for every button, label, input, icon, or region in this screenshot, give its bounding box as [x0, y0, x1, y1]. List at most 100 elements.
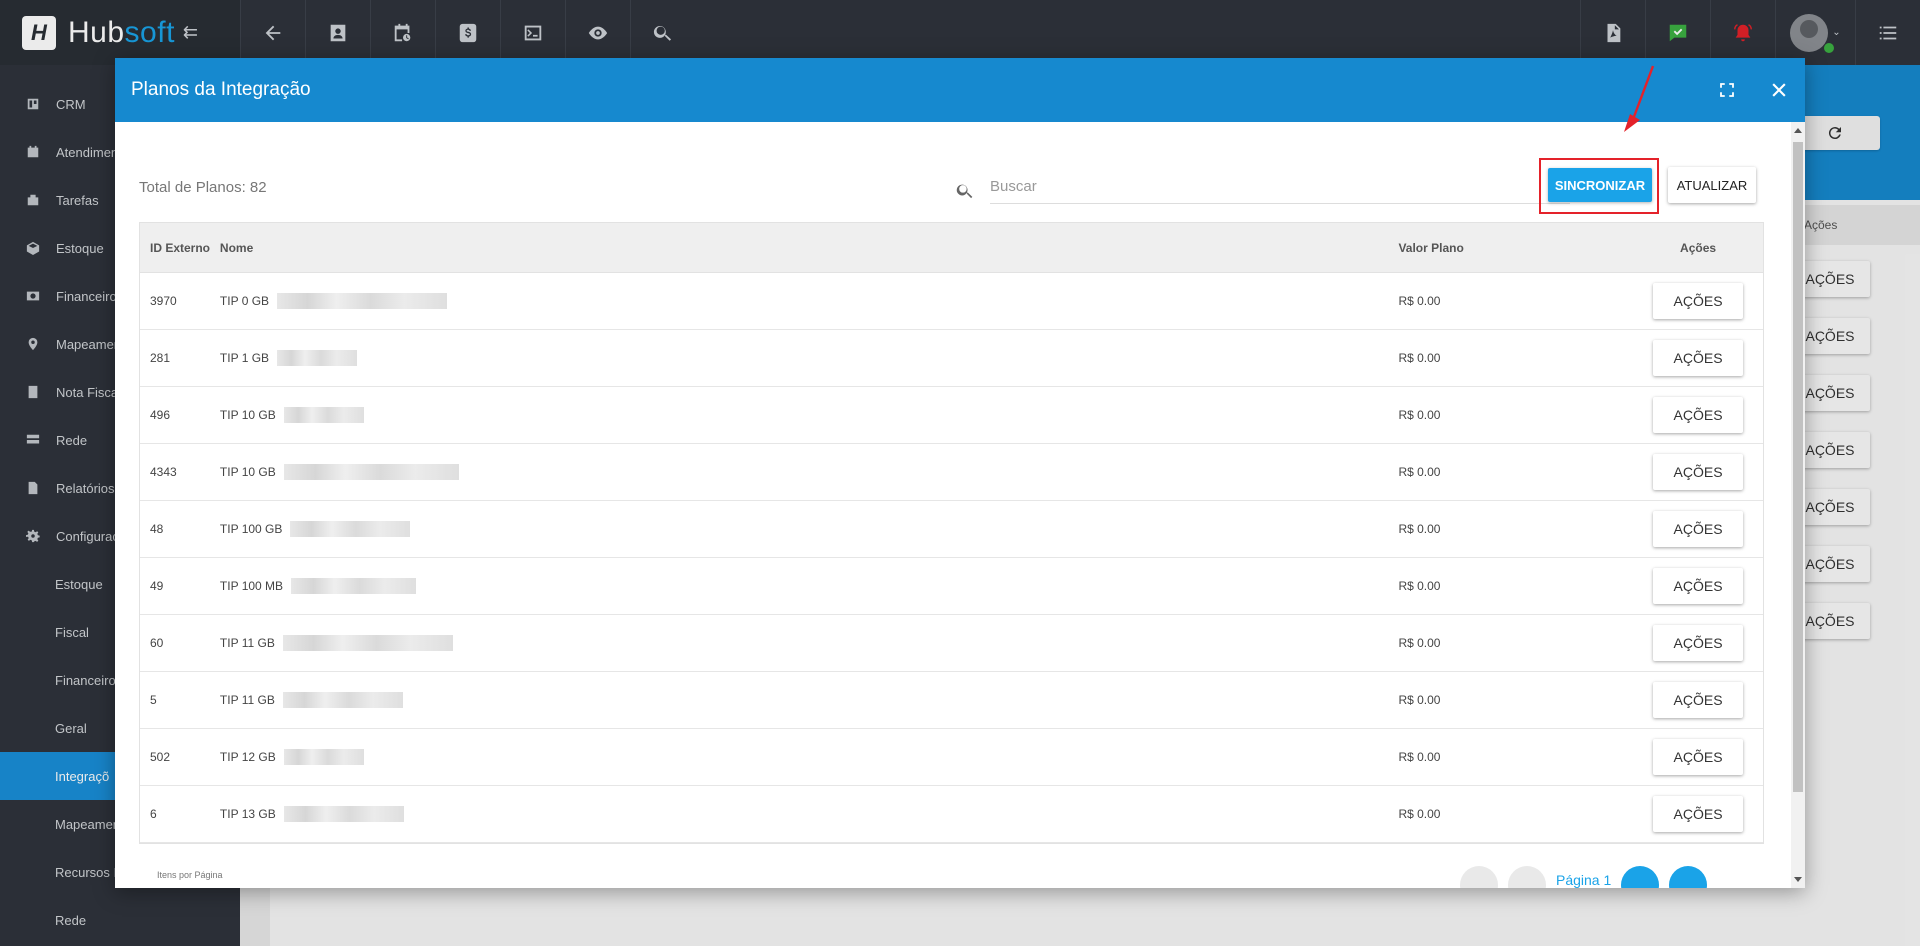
- cell-acoes: AÇÕES: [1633, 511, 1763, 547]
- cell-valor: R$ 0.00: [1398, 579, 1441, 593]
- next-page-button[interactable]: [1621, 866, 1660, 888]
- sincronizar-button[interactable]: SINCRONIZAR: [1548, 168, 1652, 202]
- col-nome[interactable]: Nome: [220, 241, 1399, 255]
- table-row: 502 TIP 12 GB R$ 0.00 AÇÕES: [140, 729, 1763, 786]
- cell-acoes: AÇÕES: [1633, 682, 1763, 718]
- plan-name: TIP 1 GB: [219, 351, 270, 365]
- modal-title: Planos da Integração: [131, 79, 311, 100]
- table-row: 281 TIP 1 GB R$ 0.00 AÇÕES: [140, 330, 1763, 387]
- plan-name: TIP 0 GB: [219, 294, 270, 308]
- table-row: 5 TIP 11 GB R$ 0.00 AÇÕES: [140, 672, 1763, 729]
- cell-acoes: AÇÕES: [1633, 340, 1763, 376]
- planos-table: ID Externo Nome Valor Plano Ações 3970 TI…: [139, 222, 1764, 844]
- cell-acoes: AÇÕES: [1633, 568, 1763, 604]
- redacted-text: [282, 692, 403, 708]
- cell-id: 48: [150, 522, 164, 536]
- cell-id: 60: [150, 636, 164, 650]
- acoes-button[interactable]: AÇÕES: [1653, 511, 1744, 547]
- cell-nome: TIP 12 GB: [220, 749, 1399, 765]
- cell-id: 281: [150, 351, 171, 365]
- search-input[interactable]: [990, 170, 1570, 204]
- table-row: 6 TIP 13 GB R$ 0.00 AÇÕES: [140, 786, 1763, 843]
- scroll-up-icon[interactable]: [1794, 128, 1802, 133]
- cell-valor: R$ 0.00: [1398, 807, 1441, 821]
- cell-id: 6: [150, 807, 157, 821]
- cell-nome: TIP 100 GB: [220, 521, 1399, 537]
- cell-id: 49: [150, 579, 164, 593]
- scroll-down-icon[interactable]: [1794, 877, 1802, 882]
- scroll-thumb[interactable]: [1793, 142, 1803, 792]
- col-acoes: Ações: [1680, 240, 1717, 255]
- cell-nome: TIP 13 GB: [220, 806, 1399, 822]
- acoes-button[interactable]: AÇÕES: [1653, 454, 1744, 490]
- table-row: 49 TIP 100 MB R$ 0.00 AÇÕES: [140, 558, 1763, 615]
- acoes-button[interactable]: AÇÕES: [1653, 739, 1744, 775]
- cell-acoes: AÇÕES: [1633, 454, 1763, 490]
- cell-acoes: AÇÕES: [1633, 283, 1763, 319]
- redacted-text: [277, 350, 358, 366]
- cell-valor: R$ 0.00: [1398, 750, 1441, 764]
- cell-acoes: AÇÕES: [1633, 397, 1763, 433]
- fullscreen-icon[interactable]: [1701, 58, 1753, 122]
- plan-name: TIP 13 GB: [219, 807, 276, 821]
- plan-name: TIP 12 GB: [219, 750, 276, 764]
- cell-nome: TIP 11 GB: [220, 635, 1399, 651]
- first-page-button[interactable]: [1460, 866, 1498, 888]
- table-row: 60 TIP 11 GB R$ 0.00 AÇÕES: [140, 615, 1763, 672]
- planos-modal: Planos da Integração Total de Planos: 82…: [115, 58, 1805, 888]
- acoes-button[interactable]: AÇÕES: [1653, 283, 1744, 319]
- acoes-button[interactable]: AÇÕES: [1653, 796, 1744, 832]
- col-id-externo[interactable]: ID Externo: [140, 241, 220, 255]
- last-page-button[interactable]: [1669, 866, 1708, 888]
- cell-nome: TIP 11 GB: [220, 692, 1399, 708]
- cell-nome: TIP 10 GB: [220, 464, 1399, 480]
- pagination: Página 1: [1460, 866, 1708, 888]
- acoes-button[interactable]: AÇÕES: [1653, 682, 1744, 718]
- cell-valor: R$ 0.00: [1398, 408, 1441, 422]
- redacted-text: [282, 635, 453, 651]
- table-row: 4343 TIP 10 GB R$ 0.00 AÇÕES: [140, 444, 1763, 501]
- cell-valor: R$ 0.00: [1398, 522, 1441, 536]
- cell-valor: R$ 0.00: [1398, 693, 1441, 707]
- plan-name: TIP 100 GB: [219, 522, 283, 536]
- plan-name: TIP 10 GB: [219, 408, 276, 422]
- cell-id: 496: [150, 408, 171, 422]
- cell-valor: R$ 0.00: [1398, 351, 1441, 365]
- redacted-text: [283, 407, 364, 423]
- prev-page-button[interactable]: [1508, 866, 1546, 888]
- plan-name: TIP 10 GB: [219, 465, 276, 479]
- atualizar-button[interactable]: ATUALIZAR: [1668, 167, 1756, 203]
- table-row: 48 TIP 100 GB R$ 0.00 AÇÕES: [140, 501, 1763, 558]
- page-indicator: Página 1: [1556, 872, 1612, 888]
- items-per-page-label: Itens por Página: [157, 870, 223, 880]
- table-header: ID Externo Nome Valor Plano Ações: [140, 223, 1763, 273]
- acoes-button[interactable]: AÇÕES: [1653, 340, 1744, 376]
- cell-valor: R$ 0.00: [1398, 465, 1441, 479]
- modal-body: Total de Planos: 82 SINCRONIZAR ATUALIZA…: [115, 122, 1791, 888]
- close-icon[interactable]: [1753, 58, 1805, 122]
- annotation-arrow-icon: [1624, 65, 1655, 132]
- redacted-text: [290, 521, 411, 537]
- total-planos: Total de Planos: 82: [139, 179, 267, 196]
- modal-scrollbar[interactable]: [1791, 122, 1805, 888]
- redacted-text: [283, 464, 459, 480]
- redacted-text: [277, 293, 448, 309]
- cell-acoes: AÇÕES: [1633, 739, 1763, 775]
- acoes-button[interactable]: AÇÕES: [1653, 625, 1744, 661]
- modal-header: Planos da Integração: [115, 58, 1805, 122]
- acoes-button[interactable]: AÇÕES: [1653, 397, 1744, 433]
- cell-nome: TIP 100 MB: [220, 578, 1399, 594]
- redacted-text: [291, 578, 417, 594]
- cell-id: 3970: [150, 294, 177, 308]
- plan-name: TIP 11 GB: [219, 636, 275, 650]
- cell-nome: TIP 10 GB: [220, 407, 1399, 423]
- col-valor-plano[interactable]: Valor Plano: [1398, 241, 1633, 255]
- acoes-button[interactable]: AÇÕES: [1653, 568, 1744, 604]
- cell-acoes: AÇÕES: [1633, 796, 1763, 832]
- cell-nome: TIP 0 GB: [220, 293, 1399, 309]
- table-row: 496 TIP 10 GB R$ 0.00 AÇÕES: [140, 387, 1763, 444]
- cell-id: 502: [150, 750, 171, 764]
- redacted-text: [283, 749, 364, 765]
- table-row: 3970 TIP 0 GB R$ 0.00 AÇÕES: [140, 273, 1763, 330]
- redacted-text: [283, 806, 404, 822]
